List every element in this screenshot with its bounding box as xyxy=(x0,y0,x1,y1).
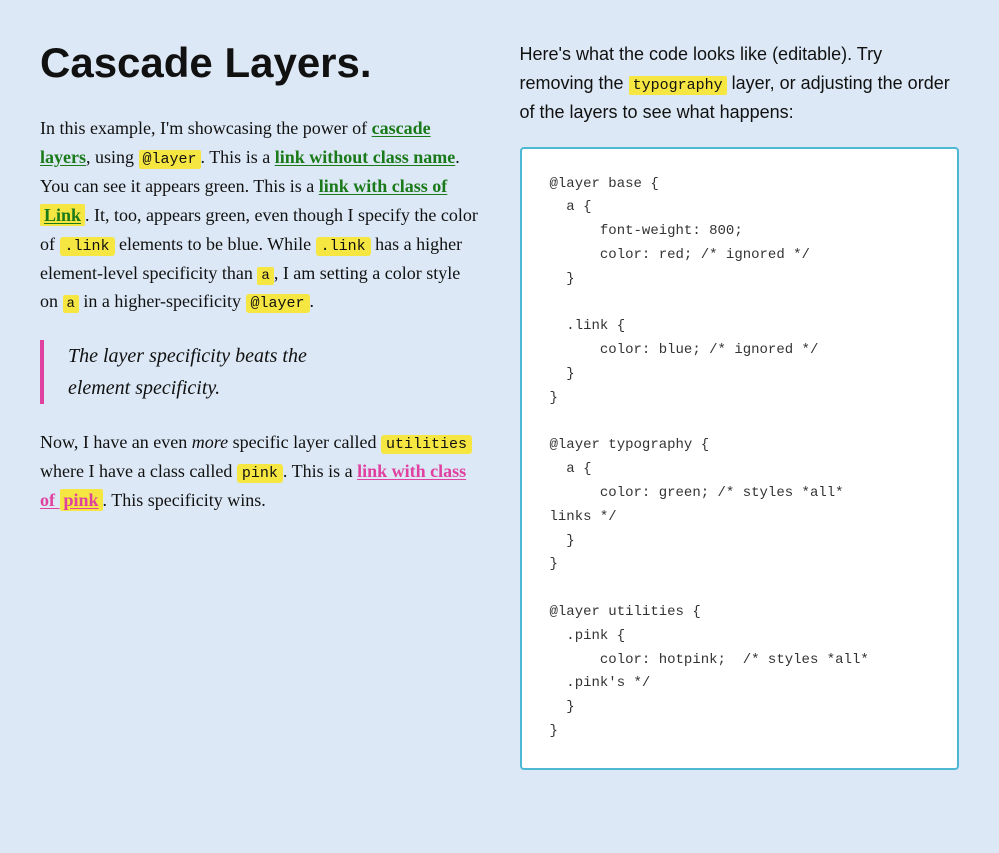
code-editor[interactable]: @layer base { a { font-weight: 800; colo… xyxy=(520,147,960,770)
intro-text: In this example, I'm showcasing the powe… xyxy=(40,118,367,138)
typography-code-highlight: typography xyxy=(629,76,727,95)
blockquote-text: The layer specificity beats the element … xyxy=(68,340,480,404)
left-column: Cascade Layers. In this example, I'm sho… xyxy=(40,40,480,770)
at-layer-code-2: @layer xyxy=(246,294,310,313)
utilities-code: utilities xyxy=(381,435,472,454)
page-title: Cascade Layers. xyxy=(40,40,480,86)
pink-code-1: pink xyxy=(237,464,283,483)
a-code-2: a xyxy=(63,295,79,313)
pink-code-highlight: pink xyxy=(60,489,103,511)
dot-link-code-2: .link xyxy=(316,237,371,256)
layer-em: layer xyxy=(103,345,144,367)
utilities-paragraph: Now, I have an even more specific layer … xyxy=(40,428,480,515)
more-em: more xyxy=(192,432,228,452)
dot-link-code-1: .link xyxy=(60,237,115,256)
blockquote: The layer specificity beats the element … xyxy=(40,340,480,404)
right-intro: Here's what the code looks like (editabl… xyxy=(520,40,960,127)
element-specificity-em: element specificity xyxy=(68,377,215,399)
page-layout: Cascade Layers. In this example, I'm sho… xyxy=(40,40,959,770)
link-code-highlight: Link xyxy=(40,204,85,226)
link-with-class-of-link[interactable]: link with class of Link xyxy=(40,176,447,226)
right-column: Here's what the code looks like (editabl… xyxy=(520,40,960,770)
link-without-class[interactable]: link without class name xyxy=(275,147,456,167)
at-layer-code-1: @layer xyxy=(139,150,201,169)
a-code-1: a xyxy=(257,267,273,285)
intro-paragraph: In this example, I'm showcasing the powe… xyxy=(40,114,480,316)
